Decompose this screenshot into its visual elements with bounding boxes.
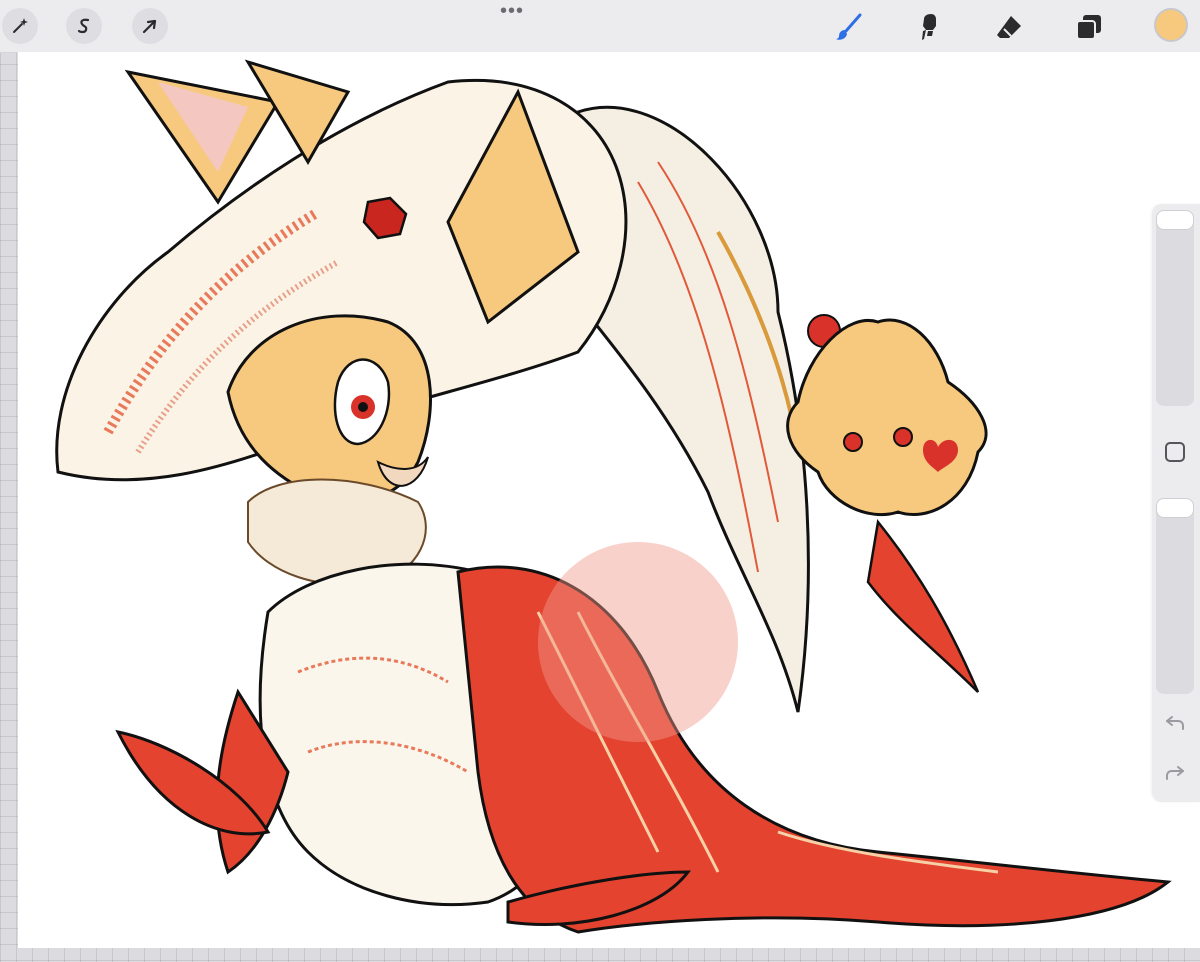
adjustments-button[interactable]: [2, 8, 38, 44]
brush-size-thumb[interactable]: [1156, 210, 1194, 230]
top-toolbar: •••: [0, 0, 1200, 53]
right-sidebar: [1152, 204, 1200, 802]
undo-icon: [1166, 716, 1184, 730]
redo-button[interactable]: [1162, 760, 1188, 786]
more-dots-icon[interactable]: •••: [490, 1, 534, 21]
drawing-canvas[interactable]: [18, 52, 1200, 948]
eraser-tool-button[interactable]: [992, 10, 1026, 44]
brush-tool-button[interactable]: [832, 10, 866, 44]
magic-wand-icon: [13, 18, 28, 33]
opacity-thumb[interactable]: [1156, 498, 1194, 518]
selection-button[interactable]: [66, 8, 102, 44]
chao-body: [786, 318, 988, 517]
artwork-illustration: [55, 59, 1172, 934]
transform-button[interactable]: [132, 8, 168, 44]
square-modify-icon[interactable]: [1165, 442, 1185, 462]
layers-icon: [1076, 15, 1101, 40]
selection-s-icon: [77, 18, 90, 34]
smudge-tool-button[interactable]: [912, 10, 946, 44]
smudge-icon: [922, 14, 936, 40]
color-swatch[interactable]: [1154, 8, 1188, 42]
eraser-icon: [997, 16, 1021, 38]
watermark-stamp: [538, 542, 738, 742]
brush-size-slider[interactable]: [1156, 210, 1194, 406]
redo-icon: [1166, 766, 1184, 780]
opacity-slider[interactable]: [1156, 498, 1194, 694]
undo-button[interactable]: [1162, 710, 1188, 736]
brush-icon: [836, 13, 862, 40]
arrow-cursor-icon: [142, 19, 157, 34]
red-ribbon: [866, 519, 980, 693]
layers-button[interactable]: [1072, 10, 1106, 44]
